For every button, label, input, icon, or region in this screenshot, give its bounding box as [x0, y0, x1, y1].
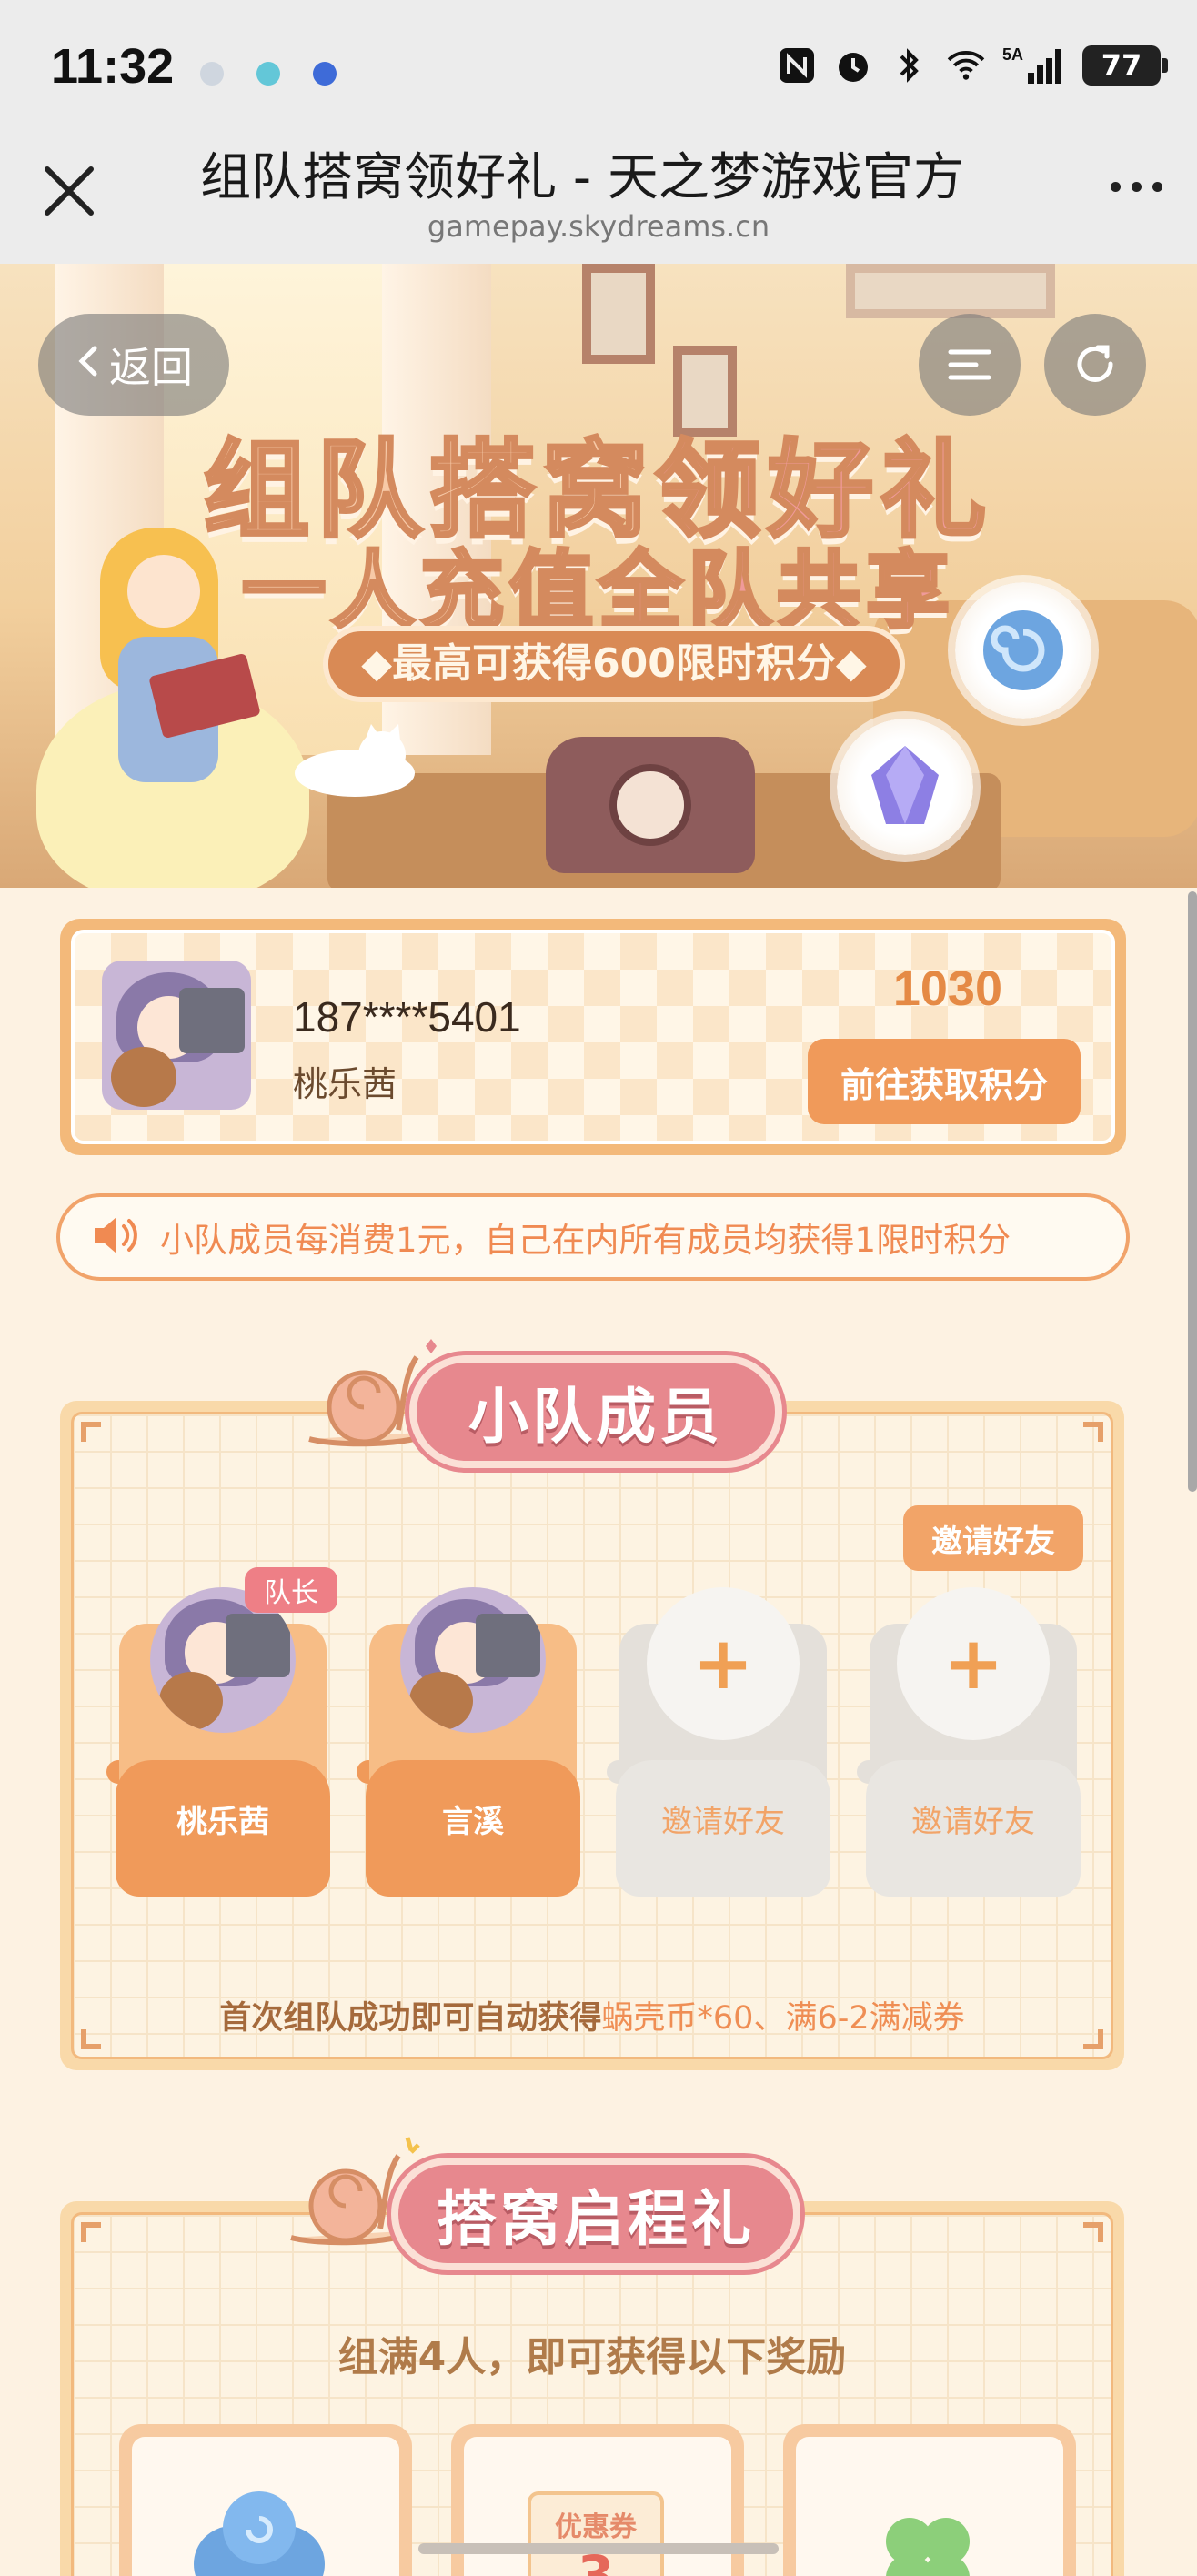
- user-nickname: 桃乐茜: [293, 1064, 397, 1104]
- status-bar: 11:32 5A 77: [0, 0, 1197, 136]
- chevron-left-icon: [75, 340, 102, 389]
- more-menu-icon[interactable]: [1111, 182, 1162, 192]
- wifi-icon: [946, 45, 986, 86]
- team-member-slot: 队长 桃乐茜: [106, 1567, 337, 1897]
- team-tip-highlight: 蜗壳币*60、满6-2满减券: [601, 2000, 965, 2037]
- user-info-inner: 187****5401 桃乐茜 1030 前往获取积分: [71, 930, 1115, 1144]
- reward-card: [119, 2424, 412, 2576]
- invite-slot[interactable]: + 邀请好友: [857, 1587, 1081, 1897]
- user-phone-number: 187****5401: [293, 993, 521, 1041]
- battery-indicator: 77: [1082, 45, 1168, 86]
- close-icon[interactable]: [42, 164, 96, 218]
- user-info-card: 187****5401 桃乐茜 1030 前往获取积分: [60, 919, 1126, 1155]
- app-notification-icon: [256, 62, 280, 86]
- plus-icon[interactable]: +: [647, 1587, 800, 1740]
- menu-list-button[interactable]: [919, 314, 1021, 416]
- team-members-inner: 邀请好友 队长 桃乐茜 言溪 + 邀请好友 + 邀请好友 首次组队成功即可自动获…: [71, 1412, 1113, 2059]
- earn-points-button[interactable]: 前往获取积分: [808, 1039, 1081, 1124]
- reward-subtitle: 组满4人，即可获得以下奖励: [337, 2334, 847, 2380]
- svg-text:5A: 5A: [1002, 45, 1023, 64]
- invite-slot-label: 邀请好友: [911, 1804, 1035, 1840]
- signal-icon: 5A: [1002, 45, 1066, 86]
- wall-picture: [846, 264, 1055, 318]
- invite-slot-label: 邀请好友: [661, 1804, 785, 1840]
- refresh-button[interactable]: [1044, 314, 1146, 416]
- clover-reward-icon: [886, 2518, 970, 2576]
- refresh-icon: [1077, 345, 1113, 382]
- team-members-panel: 邀请好友 队长 桃乐茜 言溪 + 邀请好友 + 邀请好友 首次组队成功即可自动获…: [60, 1401, 1124, 2070]
- user-points: 1030: [892, 961, 1002, 1016]
- page-title: 组队搭窝领好礼 - 天之梦游戏官方: [200, 148, 964, 207]
- coupon-label: 优惠券: [555, 2511, 637, 2543]
- alarm-icon: [833, 45, 873, 86]
- plus-icon[interactable]: +: [897, 1587, 1050, 1740]
- banner-title-part: 一人充值: [240, 540, 598, 641]
- notice-text: 小队成员每消费1元，自己在内所有成员均获得1限时积分: [160, 1221, 1011, 1260]
- cat-illustration: [295, 724, 415, 797]
- page-url: gamepay.skydreams.cn: [427, 209, 770, 244]
- back-button[interactable]: 返回: [38, 314, 229, 416]
- team-member-slot: 言溪: [357, 1587, 580, 1897]
- blue-orb-reward-icon: [194, 2491, 325, 2576]
- coupon-ticket: 优惠券 3: [528, 2491, 664, 2576]
- wall-picture: [582, 264, 655, 364]
- home-indicator[interactable]: [418, 2543, 779, 2554]
- section-heading: 搭窝启程礼: [391, 2158, 800, 2270]
- invite-friends-button[interactable]: 邀请好友: [903, 1505, 1083, 1571]
- member-avatar: [400, 1587, 546, 1733]
- list-icon: [948, 349, 991, 380]
- leader-tag: 队长: [245, 1567, 337, 1613]
- speaker-icon: [91, 1213, 140, 1262]
- app-notification-icon: [313, 62, 337, 86]
- reward-card: [783, 2424, 1076, 2576]
- section-heading: 小队成员: [409, 1355, 782, 1468]
- scrollbar[interactable]: [1188, 891, 1197, 1492]
- status-icons: 5A 77: [777, 45, 1168, 86]
- crystal-gem-orb: [837, 719, 973, 855]
- nfc-icon: [777, 45, 817, 86]
- status-time: 11:32: [51, 39, 175, 94]
- notice-banner: 小队成员每消费1元，自己在内所有成员均获得1限时积分: [56, 1193, 1130, 1281]
- banner-title-part: 全队共享: [597, 540, 956, 641]
- team-tip-prefix: 首次组队成功即可自动获得: [219, 2000, 602, 2037]
- member-name: 桃乐茜: [176, 1804, 269, 1840]
- member-name: 言溪: [442, 1804, 504, 1840]
- banner-subtitle-pill: ◆最高可获得600限时积分◆: [323, 626, 905, 702]
- app-notification-icon: [200, 62, 224, 86]
- invite-slot[interactable]: + 邀请好友: [607, 1587, 830, 1897]
- telephone-dial: [609, 764, 691, 846]
- back-label: 返回: [109, 343, 193, 392]
- bluetooth-icon: [890, 45, 930, 86]
- team-tip: 首次组队成功即可自动获得蜗壳币*60、满6-2满减券: [74, 1992, 1111, 2038]
- user-avatar: [102, 961, 251, 1110]
